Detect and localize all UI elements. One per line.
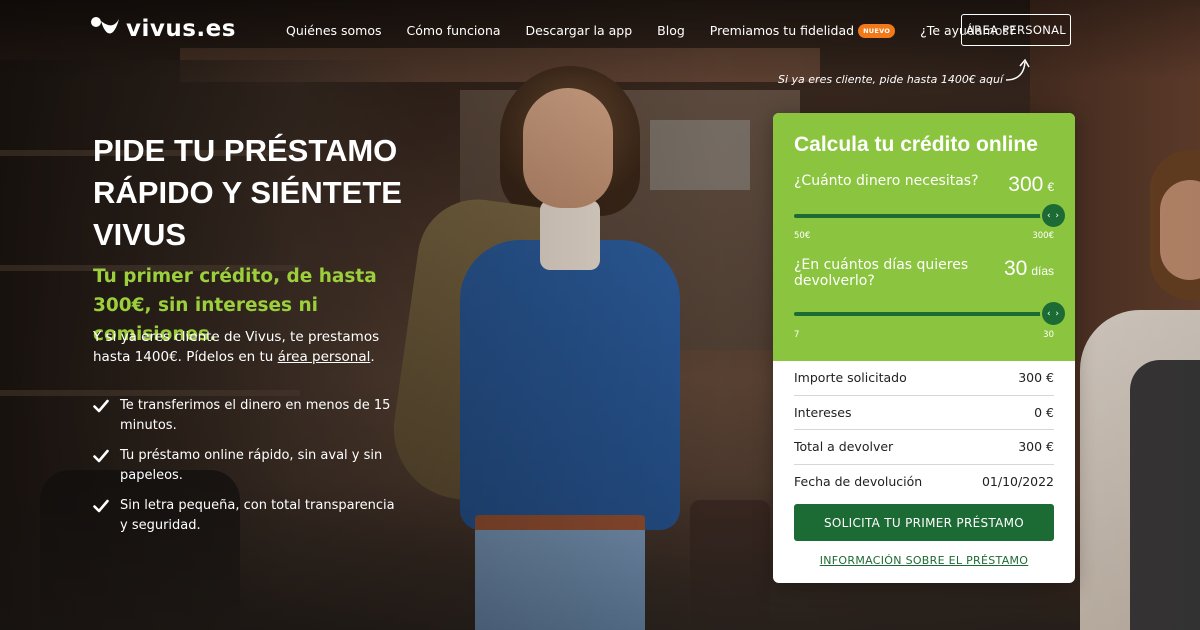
summary-row: Total a devolver 300 € [794,430,1054,465]
amount-row: ¿Cuánto dinero necesitas? 300 € [794,173,1054,197]
days-label: ¿En cuántos días quieres devolverlo? [794,257,969,289]
area-personal-link[interactable]: área personal [278,349,371,365]
nav-item-descargar-app[interactable]: Descargar la app [526,23,633,38]
calculator-title: Calcula tu crédito online [794,133,1038,156]
new-badge: NUEVO [858,23,896,38]
solicita-prestamo-button[interactable]: SOLICITA TU PRIMER PRÉSTAMO [794,504,1054,541]
amount-number: 300 [1008,173,1044,196]
amount-value: 300 € [1008,173,1054,197]
vivus-logo-icon [90,16,120,42]
amount-range: 50€ 300€ [794,231,1054,241]
days-unit: días [1031,264,1054,278]
nav-item-blog[interactable]: Blog [657,23,685,38]
summary-label: Total a devolver [794,439,894,455]
benefit-text: Te transferimos el dinero en menos de 15… [120,398,391,433]
amount-slider[interactable]: ‹ › [794,202,1067,229]
summary-value: 01/10/2022 [981,474,1054,490]
summary-row: Fecha de devolución 01/10/2022 [794,465,1054,500]
hero-description-end: . [370,348,375,365]
benefit-item: Te transferimos el dinero en menos de 15… [93,396,403,436]
check-icon [93,449,109,463]
main-nav: Quiénes somos Cómo funciona Descargar la… [286,23,1041,38]
area-personal-button[interactable]: ÁREA PERSONAL [961,14,1071,46]
curved-arrow-icon [1005,58,1030,81]
days-number: 30 [1003,257,1028,280]
days-row: ¿En cuántos días quieres devolverlo? 30 d… [794,257,1054,289]
benefit-text: Sin letra pequeña, con total transparenc… [120,498,395,533]
benefit-item: Tu préstamo online rápido, sin aval y si… [93,446,403,486]
loan-info-link[interactable]: INFORMACIÓN SOBRE EL PRÉSTAMO [773,554,1075,567]
summary-value: 300 € [1018,439,1054,455]
days-range: 7 30 [794,330,1054,340]
logo-text: vivus.es [126,16,236,42]
amount-unit: € [1047,180,1054,194]
calculator-summary: Importe solicitado 300 € Intereses 0 € T… [773,361,1075,499]
nav-item-quienes-somos[interactable]: Quiénes somos [286,23,382,38]
nav-item-como-funciona[interactable]: Cómo funciona [407,23,501,38]
amount-max-label: 300€ [1032,231,1054,241]
benefits-list: Te transferimos el dinero en menos de 15… [93,396,403,546]
vivus-logo[interactable]: vivus.es [90,16,236,42]
summary-value: 300 € [1018,370,1054,386]
check-icon [93,399,109,413]
nav-item-fidelidad[interactable]: Premiamos tu fidelidad NUEVO [709,23,896,38]
days-min-label: 7 [794,330,800,340]
amount-min-label: 50€ [794,231,811,241]
area-personal-hint: Si ya eres cliente, pide hasta 1400€ aqu… [778,73,1004,86]
benefit-text: Tu préstamo online rápido, sin aval y si… [120,448,383,483]
loan-calculator: Calcula tu crédito online ¿Cuánto dinero… [773,113,1075,583]
summary-label: Importe solicitado [794,370,907,386]
nav-item-fidelidad-label: Premiamos tu fidelidad [709,23,855,38]
days-value: 30 días [1004,257,1054,289]
summary-label: Intereses [794,404,852,420]
summary-label: Fecha de devolución [794,474,923,490]
days-max-label: 30 [1043,330,1054,340]
summary-row: Intereses 0 € [794,396,1054,430]
amount-slider-handle[interactable]: ‹ › [1040,202,1067,229]
days-slider[interactable]: ‹ › [794,300,1067,327]
hero-title: PIDE TU PRÉSTAMO RÁPIDO Y SIÉNTETE VIVUS [93,133,402,252]
benefit-item: Sin letra pequeña, con total transparenc… [93,496,403,536]
summary-row: Importe solicitado 300 € [794,361,1054,396]
amount-label: ¿Cuánto dinero necesitas? [794,173,979,189]
summary-value: 0 € [1034,404,1054,420]
hero-description: Y si ya eres cliente de Vivus, te presta… [93,328,413,367]
calculator-inputs: Calcula tu crédito online ¿Cuánto dinero… [773,113,1075,361]
check-icon [93,499,109,513]
days-slider-handle[interactable]: ‹ › [1040,300,1067,327]
